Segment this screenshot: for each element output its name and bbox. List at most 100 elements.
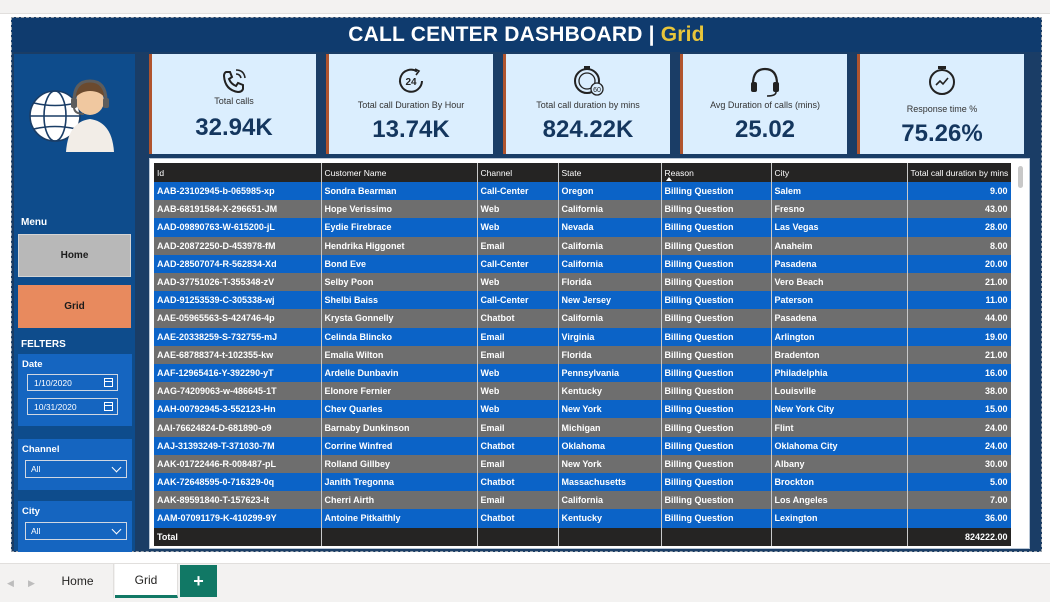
column-header-customer[interactable]: Customer Name	[321, 163, 478, 182]
call-table-body[interactable]: Id Customer Name Channel State Reason Ci…	[154, 163, 1011, 546]
grid-button[interactable]: Grid	[18, 285, 131, 328]
table-row[interactable]: AAE-68788374-t-102355-kw Emalia Wilton Ema…	[154, 345, 1011, 364]
column-header-duration[interactable]: Total call duration by mins	[907, 163, 1011, 182]
kpi-label: Total call duration by mins	[536, 100, 640, 110]
table-cell: AAI-76624824-D-681890-o9	[154, 418, 322, 437]
title-bar: CALL CENTER DASHBOARD | Grid	[12, 18, 1041, 52]
table-cell: Elonore Fernier	[321, 382, 478, 401]
table-cell: Barnaby Dunkinson	[321, 418, 478, 437]
chevron-left-icon[interactable]: ◀	[7, 578, 14, 589]
table-row[interactable]: AAJ-31393249-T-371030-7M Corrine Winfred C…	[154, 436, 1011, 455]
table-cell: Bond Eve	[321, 254, 478, 273]
table-cell: AAK-01722446-R-008487-pL	[154, 454, 322, 473]
table-row[interactable]: AAK-72648595-0-716329-0q Janith Tregonna C…	[154, 473, 1011, 492]
calendar-icon[interactable]	[104, 378, 113, 387]
scrollbar-thumb[interactable]	[1018, 166, 1023, 188]
clock-24-icon: 24	[399, 68, 423, 93]
table-cell: Ardelle Dunbavin	[321, 363, 478, 383]
table-cell: Call-Center	[477, 254, 559, 273]
table-cell: Cherri Airth	[321, 491, 478, 510]
channel-select[interactable]: All	[25, 460, 127, 478]
home-button[interactable]: Home	[18, 234, 131, 277]
table-cell: AAH-00792945-3-552123-Hn	[154, 400, 322, 419]
table-cell: Virginia	[558, 327, 662, 346]
table-cell: 11.00	[907, 291, 1011, 310]
start-date-input[interactable]: 1/10/2020	[27, 374, 118, 391]
table-cell: Pennsylvania	[558, 363, 662, 383]
table-scrollbar[interactable]	[1015, 163, 1027, 546]
table-row[interactable]: AAH-00792945-3-552123-Hn Chev Quarles Web N…	[154, 400, 1011, 419]
column-header-reason-label: Reason	[664, 167, 694, 178]
total-empty-cell	[558, 527, 662, 546]
table-row[interactable]: AAB-68191584-X-296651-JM Hope Verissimo We…	[154, 200, 1011, 219]
title-page-name: Grid	[660, 23, 705, 46]
table-cell: Billing Question	[661, 491, 772, 510]
column-header-city[interactable]: City	[771, 163, 908, 182]
table-cell: Kentucky	[558, 382, 662, 401]
table-row[interactable]: AAI-76624824-D-681890-o9 Barnaby Dunkinso…	[154, 418, 1011, 437]
tab-home[interactable]: Home	[42, 564, 114, 598]
column-header-reason[interactable]: Reason	[661, 163, 772, 182]
table-cell: Kentucky	[558, 509, 662, 528]
table-row[interactable]: AAK-89591840-T-157623-lt Cherri Airth Emai…	[154, 491, 1011, 510]
table-row[interactable]: AAD-37751026-T-355348-zV Selby Poon Web Flo…	[154, 272, 1011, 292]
table-cell: Selby Poon	[321, 272, 478, 292]
table-cell: Pasadena	[771, 309, 908, 328]
table-cell: Corrine Winfred	[321, 436, 478, 455]
table-cell: AAD-37751026-T-355348-zV	[154, 272, 322, 292]
table-cell: AAJ-31393249-T-371030-7M	[154, 436, 322, 455]
total-empty-cell	[321, 527, 478, 546]
table-row[interactable]: AAM-07091179-K-410299-9Y Antoine Pitkaith…	[154, 509, 1011, 528]
table-cell: AAE-68788374-t-102355-kw	[154, 345, 322, 364]
table-cell: Florida	[558, 345, 662, 364]
tab-grid[interactable]: Grid	[115, 564, 178, 598]
channel-select-value: All	[31, 464, 41, 474]
column-header-channel[interactable]: Channel	[477, 163, 559, 182]
add-page-button[interactable]: +	[180, 565, 217, 597]
table-cell: AAE-20338259-S-732755-mJ	[154, 327, 322, 346]
table-cell: Pasadena	[771, 254, 908, 273]
table-row[interactable]: AAD-09890763-W-615200-jL Eydie Firebrace W…	[154, 218, 1011, 237]
column-header-state[interactable]: State	[558, 163, 662, 182]
end-date-input[interactable]: 10/31/2020	[27, 398, 118, 415]
stopwatch-icon	[929, 66, 955, 95]
table-row[interactable]: AAB-23102945-b-065985-xp Sondra Bearman Ca…	[154, 182, 1011, 201]
city-filter: City All	[18, 501, 132, 552]
chevron-right-icon[interactable]: ▶	[28, 578, 35, 589]
kpi-label: Total calls	[214, 96, 254, 106]
table-row[interactable]: AAE-05965563-S-424746-4p Krysta Gonnelly C…	[154, 309, 1011, 328]
total-value: 824222.00	[907, 527, 1011, 546]
table-row[interactable]: AAG-74209063-w-486645-1T Elonore Fernier W…	[154, 382, 1011, 401]
table-cell: Albany	[771, 454, 908, 473]
table-cell: Billing Question	[661, 436, 772, 455]
table-cell: Eydie Firebrace	[321, 218, 478, 237]
kpi-label: Avg Duration of calls (mins)	[710, 100, 820, 110]
table-cell: California	[558, 254, 662, 273]
table-row[interactable]: AAD-28507074-R-562834-Xd Bond Eve Call-Cen…	[154, 254, 1011, 273]
kpi-label: Total call Duration By Hour	[357, 100, 465, 110]
sort-ascending-icon	[665, 177, 672, 181]
table-row[interactable]: AAF-12965416-Y-392290-yT Ardelle Dunbavin…	[154, 363, 1011, 383]
table-row[interactable]: AAD-20872250-D-453978-fM Hendrika Higgone…	[154, 236, 1011, 255]
timer-60-icon: 60	[574, 66, 604, 96]
table-cell: AAD-91253539-C-305338-wj	[154, 291, 322, 310]
table-cell: Chatbot	[477, 436, 559, 455]
table-cell: 24.00	[907, 436, 1011, 455]
table-cell: Billing Question	[661, 345, 772, 364]
city-select[interactable]: All	[25, 522, 127, 540]
table-cell: Billing Question	[661, 291, 772, 310]
column-header-id[interactable]: Id	[154, 163, 322, 182]
calendar-icon[interactable]	[104, 402, 113, 411]
table-cell: Billing Question	[661, 473, 772, 492]
table-row[interactable]: AAK-01722446-R-008487-pL Rolland Gillbey E…	[154, 454, 1011, 473]
table-cell: AAK-89591840-T-157623-lt	[154, 491, 322, 510]
table-cell: Chatbot	[477, 509, 559, 528]
table-row[interactable]: AAE-20338259-S-732755-mJ Celinda Blincko E…	[154, 327, 1011, 346]
table-cell: Billing Question	[661, 382, 772, 401]
table-row[interactable]: AAD-91253539-C-305338-wj Shelbi Baiss Call…	[154, 291, 1011, 310]
page-tab-bar: ◀ ▶ Home Grid +	[0, 563, 1050, 602]
table-cell: Billing Question	[661, 254, 772, 273]
headset-icon	[751, 67, 779, 97]
table-cell: 21.00	[907, 272, 1011, 292]
kpi-total-calls: Total calls 32.94K	[149, 54, 316, 154]
